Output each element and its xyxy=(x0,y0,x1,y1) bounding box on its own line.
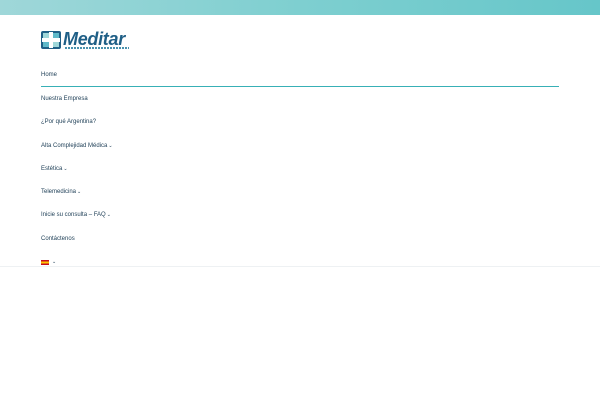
chevron-down-icon: ⌄ xyxy=(108,142,113,149)
nav-item-label: Home xyxy=(41,72,58,79)
nav-item-telemedicina[interactable]: Telemedicina ⌄ xyxy=(41,180,559,203)
chevron-down-icon: ⌄ xyxy=(63,165,68,172)
nav-item-label: Inicie su consulta – FAQ xyxy=(41,212,106,219)
nav-item-nuestra-empresa[interactable]: Nuestra Empresa xyxy=(41,87,559,110)
chevron-down-icon: ⌄ xyxy=(77,189,82,196)
site-logo[interactable]: Meditar xyxy=(41,30,133,50)
nav-item-home[interactable]: Home xyxy=(41,64,559,88)
nav-item-por-que-argentina[interactable]: ¿Por qué Argentina? xyxy=(41,111,559,134)
chevron-down-icon: ⌄ xyxy=(52,259,57,266)
logo-text: Meditar xyxy=(63,29,125,49)
header-divider xyxy=(0,266,600,267)
spain-flag-icon xyxy=(41,259,49,265)
logo-tagline xyxy=(65,47,129,49)
nav-item-alta-complejidad[interactable]: Alta Complejidad Médica ⌄ xyxy=(41,134,559,157)
nav-item-label: Alta Complejidad Médica xyxy=(41,142,108,149)
medical-cross-icon xyxy=(41,31,61,49)
nav-item-label: Estética xyxy=(41,165,63,172)
nav-item-estetica[interactable]: Estética ⌄ xyxy=(41,157,559,180)
nav-item-label: Nuestra Empresa xyxy=(41,95,88,102)
chevron-down-icon: ⌄ xyxy=(106,212,111,219)
language-switcher[interactable]: ⌄ xyxy=(41,250,559,273)
nav-item-label: ¿Por qué Argentina? xyxy=(41,119,97,126)
top-bar xyxy=(0,0,600,15)
nav-item-contactenos[interactable]: Contáctenos xyxy=(41,227,559,250)
nav-item-consulta-faq[interactable]: Inicie su consulta – FAQ ⌄ xyxy=(41,204,559,227)
nav-item-label: Telemedicina xyxy=(41,189,77,196)
main-navigation: Home Nuestra Empresa ¿Por qué Argentina?… xyxy=(41,64,559,274)
nav-item-label: Contáctenos xyxy=(41,235,75,242)
